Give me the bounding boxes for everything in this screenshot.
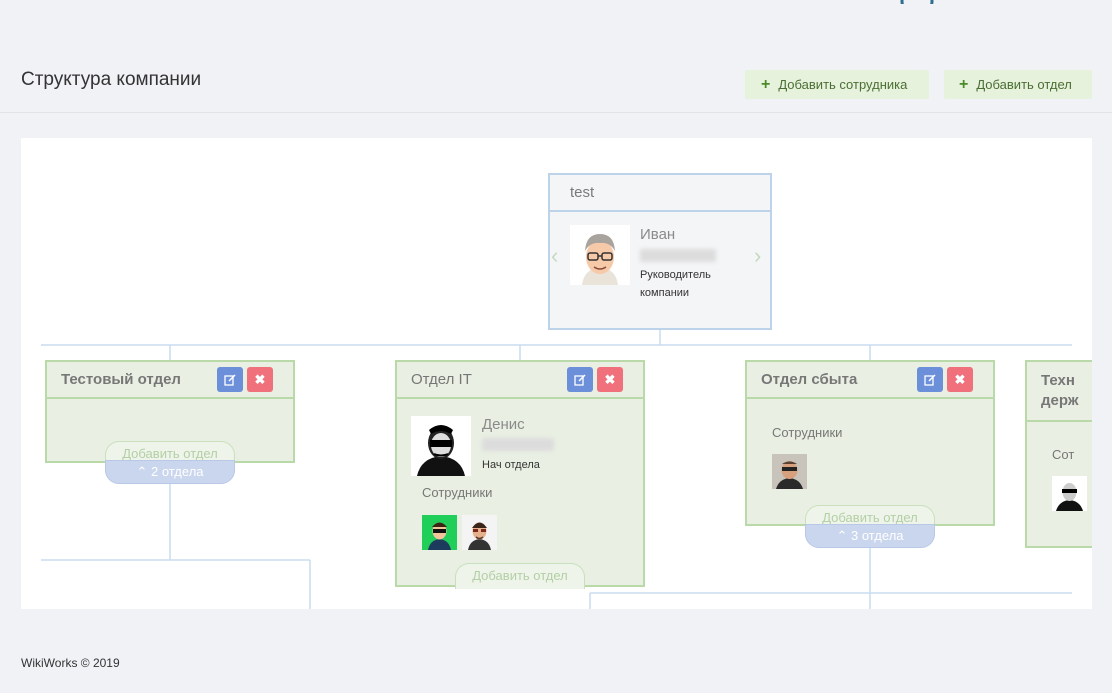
department-card[interactable]: Отдел сбыта ✖ Сотрудники <box>745 360 995 526</box>
chevron-left-icon[interactable]: ‹ <box>551 243 558 269</box>
add-department-button[interactable]: + Добавить отдел <box>944 70 1092 99</box>
avatar <box>570 225 630 285</box>
head-person-name: Денис <box>482 416 525 433</box>
employees-label: Сот <box>1052 447 1075 462</box>
employees-label: Сотрудники <box>422 485 493 500</box>
edit-department-button[interactable] <box>917 367 943 392</box>
add-subdepartment-button[interactable]: Добавить отдел <box>455 563 585 589</box>
add-department-label: Добавить отдел <box>976 77 1072 92</box>
edit-department-button[interactable] <box>567 367 593 392</box>
chevron-up-icon: ⌃ <box>836 528 848 543</box>
org-chart-canvas[interactable]: test ‹ Иван Руководитель компании › Тест… <box>21 138 1092 609</box>
edit-icon <box>224 373 236 386</box>
add-employee-label: Добавить сотрудника <box>778 77 908 92</box>
root-node-title: test <box>570 184 595 201</box>
edit-icon <box>574 373 586 386</box>
department-title: Тестовый отдел <box>61 371 181 388</box>
employee-avatar[interactable] <box>422 515 457 550</box>
plus-icon: + <box>959 75 969 93</box>
toggle-subdepartments-button[interactable]: ⌃ 3 отдела <box>805 524 935 548</box>
employee-avatar[interactable] <box>1052 476 1087 511</box>
department-header: Отдел сбыта ✖ <box>747 362 993 399</box>
department-title: Отдел IT <box>411 371 472 388</box>
toggle-subdepartments-button[interactable]: ⌃ 2 отдела <box>105 460 235 484</box>
head-person-surname-blurred <box>482 438 554 451</box>
chevron-up-icon: ⌃ <box>136 464 148 479</box>
add-employee-button[interactable]: + Добавить сотрудника <box>745 70 929 99</box>
app-logo-icon <box>900 0 934 4</box>
employee-avatar[interactable] <box>772 454 807 489</box>
employees-label: Сотрудники <box>772 425 843 440</box>
header-divider <box>0 112 1112 113</box>
department-title: Техн держ <box>1041 372 1079 409</box>
root-person-surname-blurred <box>640 249 716 262</box>
root-person-role: Руководитель компании <box>640 269 711 299</box>
edit-icon <box>924 373 936 386</box>
footer-copyright: WikiWorks © 2019 <box>21 656 120 670</box>
subdepartment-count: 2 отдела <box>151 464 204 479</box>
department-header: Отдел IT ✖ <box>397 362 643 399</box>
employee-avatar[interactable] <box>462 515 497 550</box>
head-person-role: Нач отдела <box>482 459 540 471</box>
close-icon: ✖ <box>604 371 616 387</box>
department-card[interactable]: Техн держ Сот <box>1025 360 1092 548</box>
department-header: Техн держ <box>1027 362 1092 422</box>
close-icon: ✖ <box>954 371 966 387</box>
department-title: Отдел сбыта <box>761 371 858 388</box>
department-header: Тестовый отдел ✖ <box>47 362 293 399</box>
delete-department-button[interactable]: ✖ <box>947 367 973 392</box>
department-card[interactable]: Отдел IT ✖ Денис Нач отдела Сотрудники <box>395 360 645 587</box>
page-title: Структура компании <box>21 69 202 90</box>
avatar <box>411 416 471 476</box>
root-person-name: Иван <box>640 226 676 243</box>
root-node-card[interactable]: test ‹ Иван Руководитель компании › <box>548 173 772 330</box>
delete-department-button[interactable]: ✖ <box>597 367 623 392</box>
delete-department-button[interactable]: ✖ <box>247 367 273 392</box>
edit-department-button[interactable] <box>217 367 243 392</box>
chevron-right-icon[interactable]: › <box>754 243 761 269</box>
plus-icon: + <box>761 75 771 93</box>
subdepartment-count: 3 отдела <box>851 528 904 543</box>
close-icon: ✖ <box>254 371 266 387</box>
root-node-header: test <box>550 175 770 212</box>
